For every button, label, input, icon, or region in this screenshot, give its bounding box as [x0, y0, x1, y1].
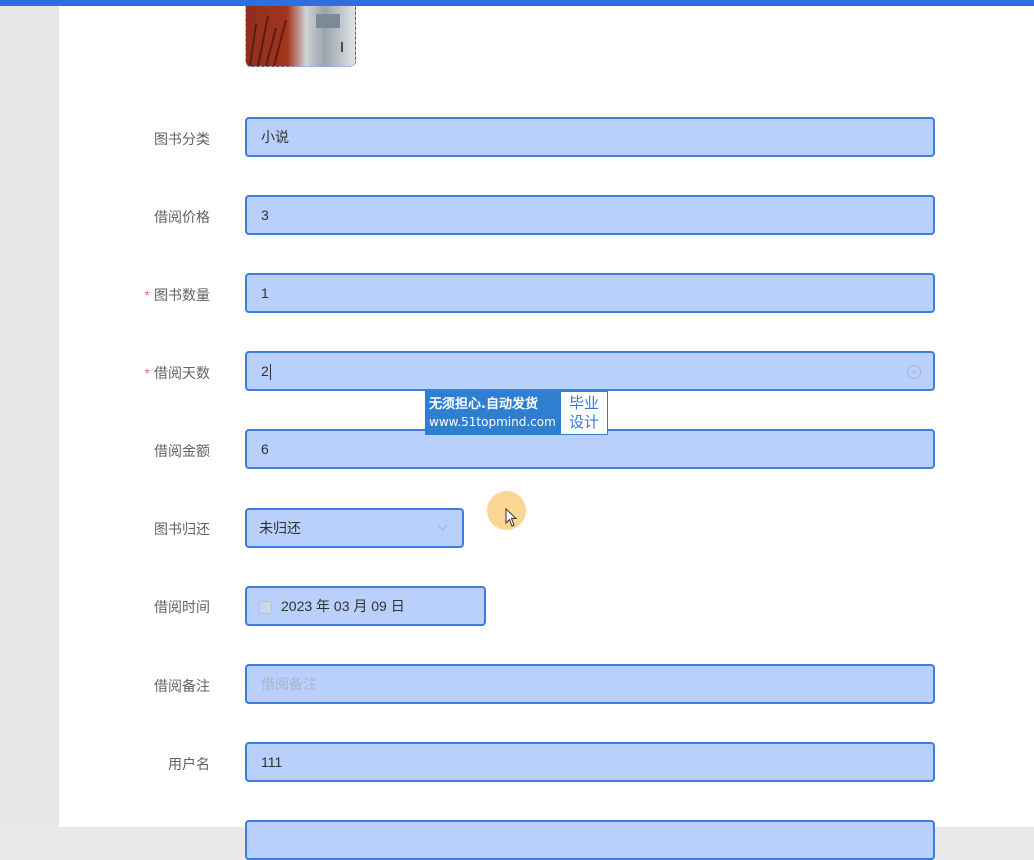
category-label: 图书分类 — [154, 131, 210, 147]
days-input[interactable]: 2 × — [245, 351, 935, 391]
watermark-badge: 无须担心.自动发货 www.51topmind.com 毕业 设计 — [425, 391, 608, 435]
price-label: 借阅价格 — [154, 209, 210, 225]
days-label: * 借阅天数 — [144, 365, 210, 381]
amount-label: 借阅金额 — [154, 443, 210, 459]
return-status-select[interactable]: 未归还 — [245, 508, 464, 548]
watermark-text-block: 无须担心.自动发货 www.51topmind.com — [425, 391, 560, 435]
next-field-input[interactable] — [245, 820, 935, 860]
remark-input[interactable]: 借阅备注 — [245, 664, 935, 704]
mouse-pointer-icon — [505, 508, 518, 527]
calendar-icon — [259, 601, 272, 614]
required-mark: * — [144, 287, 150, 303]
remark-placeholder: 借阅备注 — [261, 676, 317, 692]
borrow-time-label: 借阅时间 — [154, 599, 210, 615]
quantity-input[interactable]: 1 — [245, 273, 935, 313]
borrow-time-date-picker[interactable]: 2023 年 03 月 09 日 — [245, 586, 486, 626]
watermark-line2: www.51topmind.com — [429, 415, 556, 429]
clear-icon[interactable]: × — [907, 365, 921, 379]
username-label: 用户名 — [168, 756, 210, 772]
remark-label: 借阅备注 — [154, 678, 210, 694]
quantity-label: * 图书数量 — [144, 287, 210, 303]
book-cover-thumbnail[interactable] — [245, 6, 356, 67]
required-mark: * — [144, 365, 150, 381]
username-input[interactable]: 111 — [245, 742, 935, 782]
category-input[interactable]: 小说 — [245, 117, 935, 157]
sidebar-edge — [0, 6, 59, 827]
chevron-down-icon — [437, 520, 448, 531]
watermark-tag: 毕业 设计 — [560, 391, 608, 435]
text-cursor — [269, 364, 271, 381]
watermark-line1: 无须担心.自动发货 — [429, 397, 538, 412]
price-input[interactable]: 3 — [245, 195, 935, 235]
amount-input[interactable]: 6 — [245, 429, 935, 469]
return-status-label: 图书归还 — [154, 521, 210, 537]
